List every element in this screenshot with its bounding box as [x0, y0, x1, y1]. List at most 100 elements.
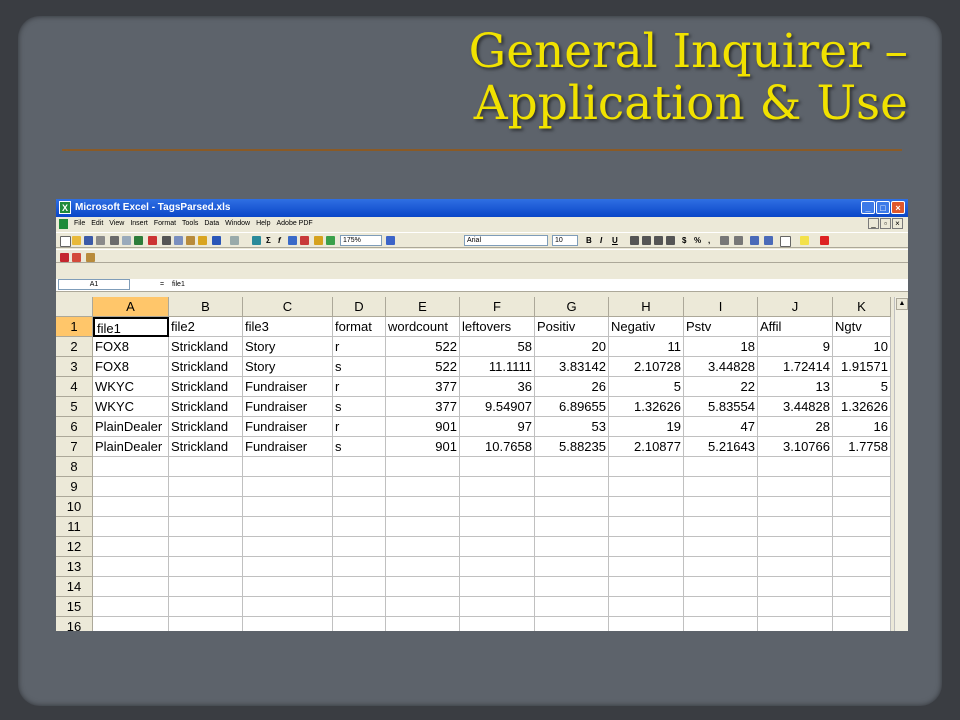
- redo-icon[interactable]: [230, 236, 239, 245]
- cell[interactable]: [333, 577, 386, 597]
- cell[interactable]: 36: [460, 377, 535, 397]
- cell[interactable]: 5.21643: [684, 437, 758, 457]
- undo-icon[interactable]: [212, 236, 221, 245]
- cell[interactable]: [386, 557, 460, 577]
- cell[interactable]: Strickland: [169, 437, 243, 457]
- row-header[interactable]: 5: [56, 397, 93, 417]
- cell[interactable]: [169, 577, 243, 597]
- cell[interactable]: 11.1111: [460, 357, 535, 377]
- cell[interactable]: 3.83142: [535, 357, 609, 377]
- cell[interactable]: [386, 497, 460, 517]
- cell[interactable]: 10.7658: [460, 437, 535, 457]
- paste-icon[interactable]: [186, 236, 195, 245]
- cell[interactable]: Strickland: [169, 337, 243, 357]
- cell[interactable]: Fundraiser: [243, 417, 333, 437]
- close-icon[interactable]: ×: [891, 201, 905, 214]
- cell[interactable]: 3.44828: [758, 397, 833, 417]
- cell[interactable]: [333, 457, 386, 477]
- cell[interactable]: 97: [460, 417, 535, 437]
- cell[interactable]: [333, 537, 386, 557]
- cell[interactable]: [386, 457, 460, 477]
- cell[interactable]: [833, 457, 891, 477]
- cell[interactable]: [684, 497, 758, 517]
- decrease-decimal-icon[interactable]: [734, 236, 743, 245]
- cell[interactable]: [609, 477, 684, 497]
- pdf-review-icon[interactable]: [86, 253, 95, 262]
- convert-to-pdf-icon[interactable]: [60, 253, 69, 262]
- cell[interactable]: [93, 577, 169, 597]
- cell[interactable]: [386, 537, 460, 557]
- cell[interactable]: Fundraiser: [243, 377, 333, 397]
- cell[interactable]: [243, 537, 333, 557]
- cell[interactable]: Affil: [758, 317, 833, 337]
- cell[interactable]: [93, 477, 169, 497]
- sort-ascending-icon[interactable]: [288, 236, 297, 245]
- cell[interactable]: 26: [535, 377, 609, 397]
- cell[interactable]: 9.54907: [460, 397, 535, 417]
- cell[interactable]: [169, 457, 243, 477]
- cell[interactable]: [833, 557, 891, 577]
- cell[interactable]: 1.72414: [758, 357, 833, 377]
- cell[interactable]: 58: [460, 337, 535, 357]
- cell[interactable]: [333, 477, 386, 497]
- column-header[interactable]: B: [169, 297, 243, 317]
- cell[interactable]: [758, 597, 833, 617]
- cell[interactable]: [243, 497, 333, 517]
- cell[interactable]: 13: [758, 377, 833, 397]
- column-header[interactable]: H: [609, 297, 684, 317]
- research-icon[interactable]: [148, 236, 157, 245]
- cell[interactable]: [684, 537, 758, 557]
- borders-icon[interactable]: [780, 236, 791, 247]
- cell[interactable]: 377: [386, 377, 460, 397]
- row-header[interactable]: 12: [56, 537, 93, 557]
- cell[interactable]: 3.44828: [684, 357, 758, 377]
- fill-color-icon[interactable]: [800, 236, 809, 245]
- row-header[interactable]: 3: [56, 357, 93, 377]
- cell[interactable]: 11: [609, 337, 684, 357]
- column-header[interactable]: E: [386, 297, 460, 317]
- help-icon[interactable]: [386, 236, 395, 245]
- row-header[interactable]: 15: [56, 597, 93, 617]
- column-header[interactable]: I: [684, 297, 758, 317]
- cell[interactable]: [609, 577, 684, 597]
- cell[interactable]: 2.10877: [609, 437, 684, 457]
- cell[interactable]: [609, 537, 684, 557]
- row-header[interactable]: 1: [56, 317, 93, 337]
- cell[interactable]: 5: [833, 377, 891, 397]
- cell[interactable]: 53: [535, 417, 609, 437]
- hyperlink-icon[interactable]: [252, 236, 261, 245]
- cell[interactable]: [333, 517, 386, 537]
- column-header[interactable]: A: [93, 297, 169, 317]
- cell[interactable]: 16: [833, 417, 891, 437]
- cell[interactable]: 522: [386, 337, 460, 357]
- row-header[interactable]: 2: [56, 337, 93, 357]
- cell[interactable]: [535, 517, 609, 537]
- cell[interactable]: r: [333, 417, 386, 437]
- cell[interactable]: Negativ: [609, 317, 684, 337]
- cell[interactable]: 5: [609, 377, 684, 397]
- cell[interactable]: WKYC: [93, 377, 169, 397]
- cell[interactable]: 22: [684, 377, 758, 397]
- cell[interactable]: [460, 477, 535, 497]
- cell[interactable]: [243, 617, 333, 631]
- new-icon[interactable]: [60, 236, 71, 247]
- row-header[interactable]: 11: [56, 517, 93, 537]
- cell[interactable]: [169, 597, 243, 617]
- cell[interactable]: [758, 517, 833, 537]
- cell[interactable]: wordcount: [386, 317, 460, 337]
- function-icon[interactable]: f: [278, 235, 281, 246]
- minimize-icon[interactable]: _: [861, 201, 875, 214]
- cell[interactable]: 3.10766: [758, 437, 833, 457]
- cell[interactable]: r: [333, 377, 386, 397]
- cell[interactable]: [169, 537, 243, 557]
- cell[interactable]: [535, 497, 609, 517]
- row-header[interactable]: 6: [56, 417, 93, 437]
- menu-help[interactable]: Help: [256, 217, 270, 231]
- cell[interactable]: Strickland: [169, 397, 243, 417]
- zoom-select[interactable]: 175%: [340, 235, 382, 246]
- cell[interactable]: [833, 517, 891, 537]
- row-header[interactable]: 14: [56, 577, 93, 597]
- cell[interactable]: [609, 617, 684, 631]
- cell[interactable]: 5.83554: [684, 397, 758, 417]
- cell[interactable]: 19: [609, 417, 684, 437]
